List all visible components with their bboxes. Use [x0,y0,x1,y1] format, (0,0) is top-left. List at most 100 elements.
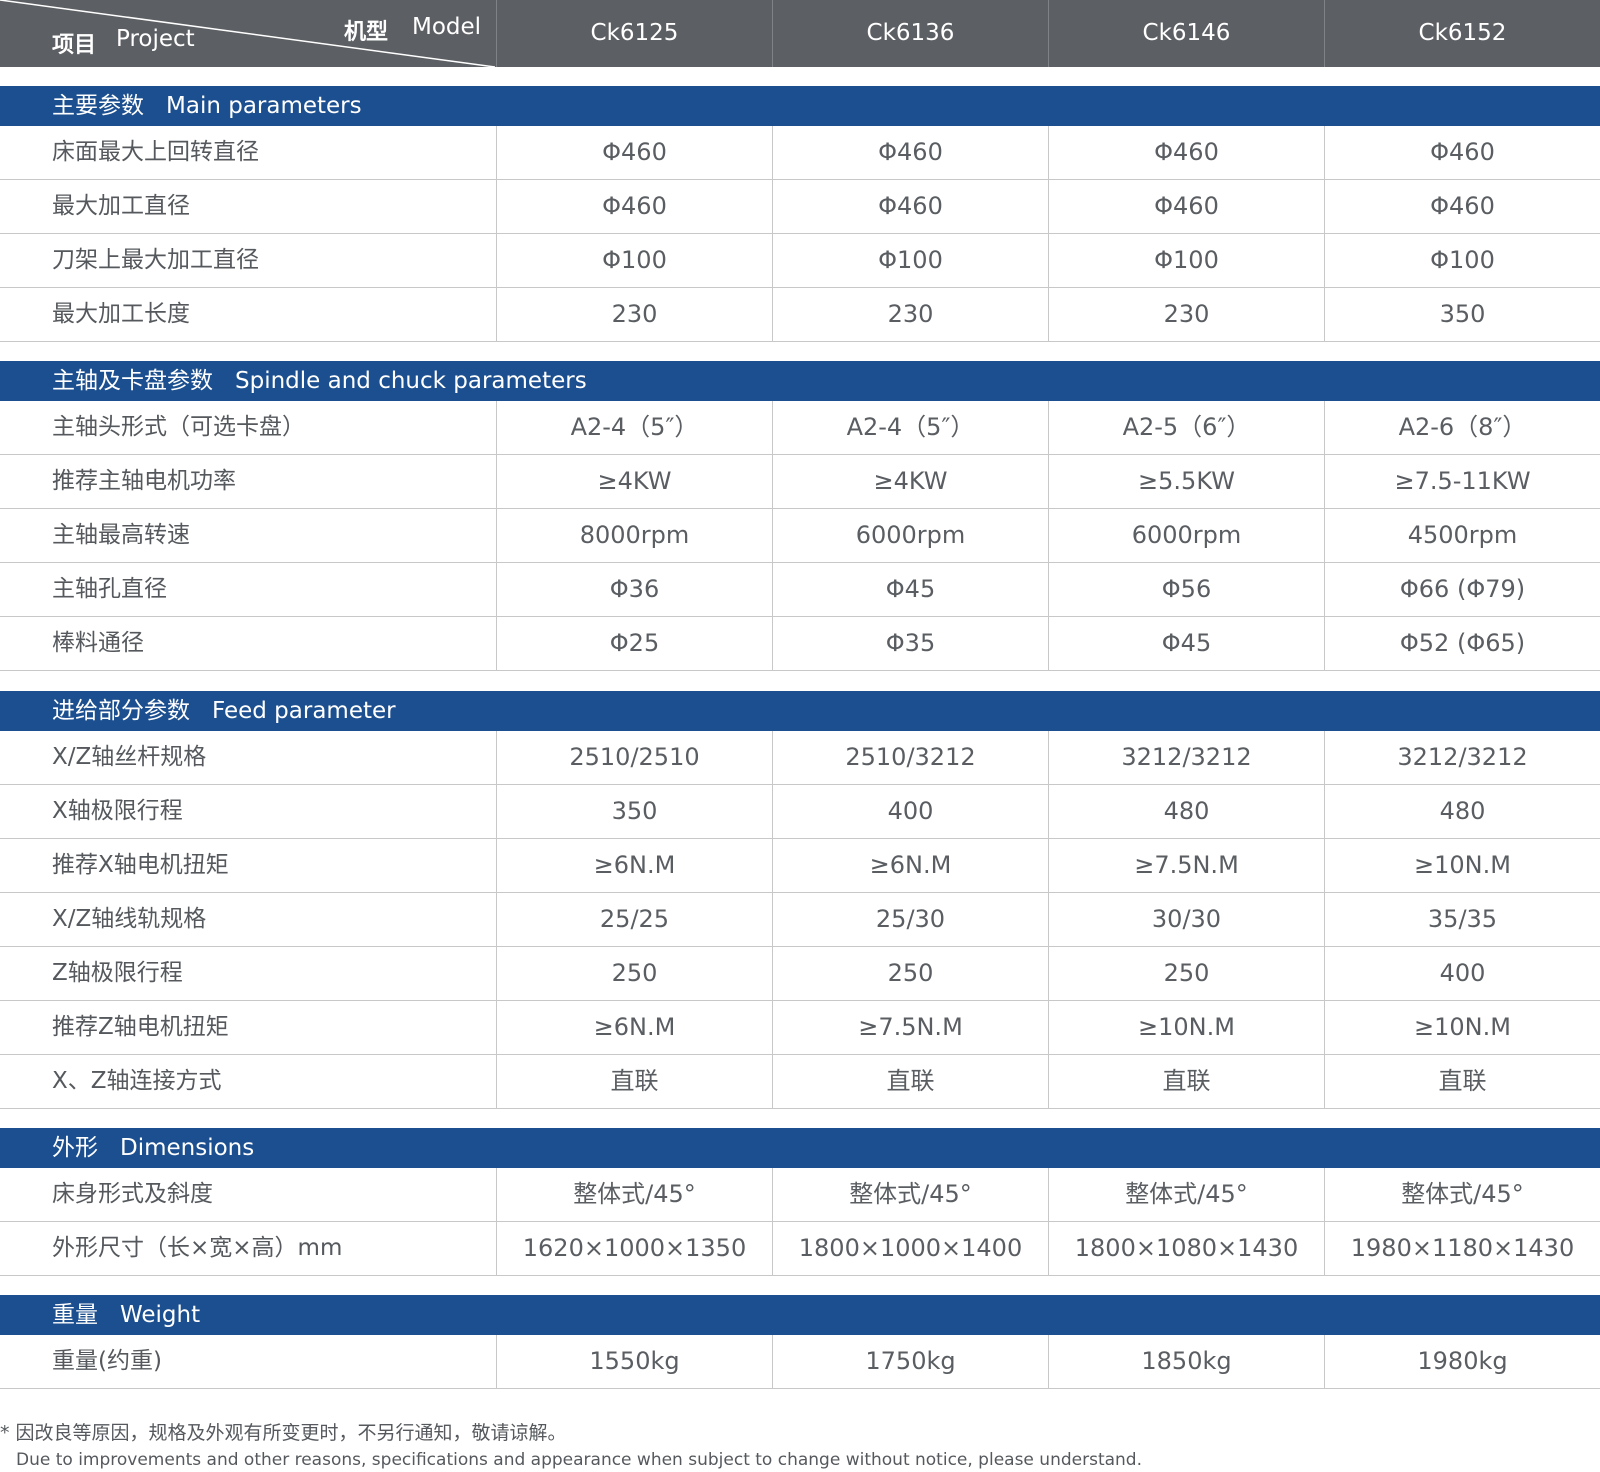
table-row: 主轴头形式（可选卡盘） A2-4（5″） A2-4（5″） A2-5（6″） A2-6（… [0,401,1600,455]
section-title-cn: 主要参数 [52,93,144,119]
table-cell: 35/35 [1324,893,1600,946]
table-cell: ≥7.5N.M [1048,839,1324,892]
section-title-en: Weight [120,1302,201,1328]
table-row: 推荐Z轴电机扭矩 ≥6N.M ≥7.5N.M ≥10N.M ≥10N.M [0,1001,1600,1055]
table-cell: Φ460 [496,126,772,179]
table-cell: ≥4KW [772,455,1048,508]
table-header: 机型 Model 项目 Project Ck6125 Ck6136 Ck6146… [0,0,1600,67]
table-cell: Φ36 [496,563,772,616]
table-row: 最大加工直径 Φ460 Φ460 Φ460 Φ460 [0,180,1600,234]
section-title-en: Feed parameter [212,698,396,724]
row-label: 重量(约重) [52,1348,162,1374]
table-cell: Φ460 [1324,180,1600,233]
table-cell: 30/30 [1048,893,1324,946]
row-label: 推荐主轴电机功率 [52,468,236,494]
table-cell: Φ460 [1048,180,1324,233]
table-row: 主轴最高转速 8000rpm 6000rpm 6000rpm 4500rpm [0,509,1600,563]
table-cell: 6000rpm [772,509,1048,562]
table-row: X/Z轴线轨规格 25/25 25/30 30/30 35/35 [0,893,1600,947]
table-row: 推荐X轴电机扭矩 ≥6N.M ≥6N.M ≥7.5N.M ≥10N.M [0,839,1600,893]
row-label: 主轴最高转速 [52,522,190,548]
table-cell: 250 [1048,947,1324,1000]
table-row: 床身形式及斜度 整体式/45° 整体式/45° 整体式/45° 整体式/45° [0,1168,1600,1222]
table-cell: 4500rpm [1324,509,1600,562]
table-cell: 1980×1180×1430 [1324,1222,1600,1275]
table-row: 最大加工长度 230 230 230 350 [0,288,1600,342]
table-row: 刀架上最大加工直径 Φ100 Φ100 Φ100 Φ100 [0,234,1600,288]
row-label: X/Z轴线轨规格 [52,906,207,932]
model-column-header: Ck6125 [496,0,772,67]
table-cell: 3212/3212 [1048,731,1324,784]
table-row: X、Z轴连接方式 直联 直联 直联 直联 [0,1055,1600,1109]
model-column-header: Ck6146 [1048,0,1324,67]
row-label: 床面最大上回转直径 [52,139,259,165]
table-cell: Φ100 [1048,234,1324,287]
footnote-en: Due to improvements and other reasons, s… [16,1450,1142,1470]
table-cell: Φ25 [496,617,772,670]
row-label: X轴极限行程 [52,798,183,824]
table-cell: Φ56 [1048,563,1324,616]
section-title-cn: 进给部分参数 [52,698,190,724]
model-column-header: Ck6136 [772,0,1048,67]
table-cell: 1550kg [496,1335,772,1388]
table-cell: 230 [1048,288,1324,341]
row-label: Z轴极限行程 [52,960,183,986]
table-cell: 250 [496,947,772,1000]
table-cell: Φ460 [772,126,1048,179]
header-model-label-cn: 机型 [344,20,389,45]
header-project-label-en: Project [116,26,195,52]
section-title-cn: 重量 [52,1302,98,1328]
table-cell: ≥6N.M [496,839,772,892]
table-cell: 直联 [772,1055,1048,1108]
row-label: X/Z轴丝杆规格 [52,744,207,770]
table-cell: Φ45 [772,563,1048,616]
table-row: X/Z轴丝杆规格 2510/2510 2510/3212 3212/3212 3212/… [0,731,1600,785]
row-label: 外形尺寸（长×宽×高）mm [52,1235,343,1261]
table-cell: Φ460 [496,180,772,233]
table-row: X轴极限行程 350 400 480 480 [0,785,1600,839]
table-cell: ≥10N.M [1048,1001,1324,1054]
table-cell: 350 [1324,288,1600,341]
row-label: X、Z轴连接方式 [52,1068,222,1094]
section-title-en: Dimensions [120,1135,255,1161]
row-label: 床身形式及斜度 [52,1181,213,1207]
table-cell: ≥7.5N.M [772,1001,1048,1054]
table-cell: Φ460 [1324,126,1600,179]
table-cell: 整体式/45° [772,1168,1048,1221]
table-cell: ≥6N.M [772,839,1048,892]
table-cell: 2510/3212 [772,731,1048,784]
table-cell: ≥4KW [496,455,772,508]
table-cell: 6000rpm [1048,509,1324,562]
table-cell: Φ100 [1324,234,1600,287]
header-model-label-en: Model [412,14,482,40]
table-cell: 400 [1324,947,1600,1000]
table-cell: 25/30 [772,893,1048,946]
table-cell: ≥10N.M [1324,839,1600,892]
table-cell: 整体式/45° [1048,1168,1324,1221]
table-cell: Φ460 [772,180,1048,233]
table-cell: 3212/3212 [1324,731,1600,784]
table-cell: A2-4（5″） [772,401,1048,454]
row-label: 最大加工长度 [52,301,190,327]
table-cell: 1750kg [772,1335,1048,1388]
table-cell: 250 [772,947,1048,1000]
header-corner-cell: 机型 Model 项目 Project [0,0,495,67]
table-row: 主轴孔直径 Φ36 Φ45 Φ56 Φ66 (Φ79) [0,563,1600,617]
table-cell: 480 [1048,785,1324,838]
row-label: 棒料通径 [52,630,144,656]
table-cell: 1980kg [1324,1335,1600,1388]
table-cell: 25/25 [496,893,772,946]
section-header: 外形 Dimensions [0,1128,1600,1168]
row-label: 推荐X轴电机扭矩 [52,852,229,878]
section-title-cn: 主轴及卡盘参数 [52,368,213,394]
model-column-header: Ck6152 [1324,0,1600,67]
table-cell: Φ66 (Φ79) [1324,563,1600,616]
table-row: 外形尺寸（长×宽×高）mm 1620×1000×1350 1800×1000×140… [0,1222,1600,1276]
table-cell: A2-5（6″） [1048,401,1324,454]
section-title-en: Spindle and chuck parameters [235,368,587,394]
table-cell: 230 [772,288,1048,341]
row-label: 主轴头形式（可选卡盘） [52,414,305,440]
table-cell: ≥5.5KW [1048,455,1324,508]
table-cell: A2-4（5″） [496,401,772,454]
table-cell: 2510/2510 [496,731,772,784]
